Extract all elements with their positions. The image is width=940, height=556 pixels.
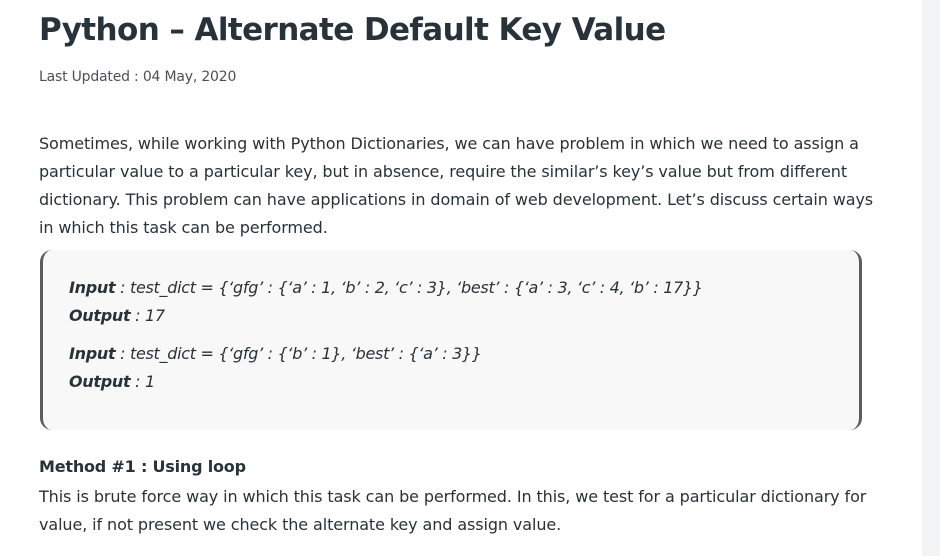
output-value: : 17	[130, 306, 165, 325]
example-1-input: Input : test_dict = {‘gfg’ : {‘a’ : 1, ‘…	[69, 278, 703, 297]
input-label: Input	[69, 344, 116, 363]
method-1-heading: Method #1 : Using loop	[39, 457, 246, 476]
output-label: Output	[69, 372, 131, 391]
output-label: Output	[69, 306, 131, 325]
example-1-output: Output : 17	[69, 306, 165, 325]
last-updated: Last Updated : 04 May, 2020	[39, 69, 236, 85]
intro-paragraph: Sometimes, while working with Python Dic…	[39, 134, 874, 237]
scrollbar-track[interactable]	[922, 0, 940, 556]
example-2-input: Input : test_dict = {‘gfg’ : {‘b’ : 1}, …	[69, 344, 482, 363]
article-page: Python – Alternate Default Key Value Las…	[0, 0, 922, 556]
input-value: : test_dict = {‘gfg’ : {‘b’ : 1}, ‘best’…	[115, 344, 482, 363]
last-updated-label: Last Updated :	[39, 69, 143, 85]
example-2-output: Output : 1	[69, 372, 155, 391]
article-title: Python – Alternate Default Key Value	[39, 12, 666, 48]
output-value: : 1	[130, 372, 155, 391]
input-value: : test_dict = {‘gfg’ : {‘a’ : 1, ‘b’ : 2…	[115, 278, 703, 297]
last-updated-date: 04 May, 2020	[142, 69, 237, 85]
example-box: Input : test_dict = {‘gfg’ : {‘a’ : 1, ‘…	[40, 250, 862, 430]
method-1-paragraph: This is brute force way in which this ta…	[39, 487, 867, 534]
input-label: Input	[69, 278, 116, 297]
